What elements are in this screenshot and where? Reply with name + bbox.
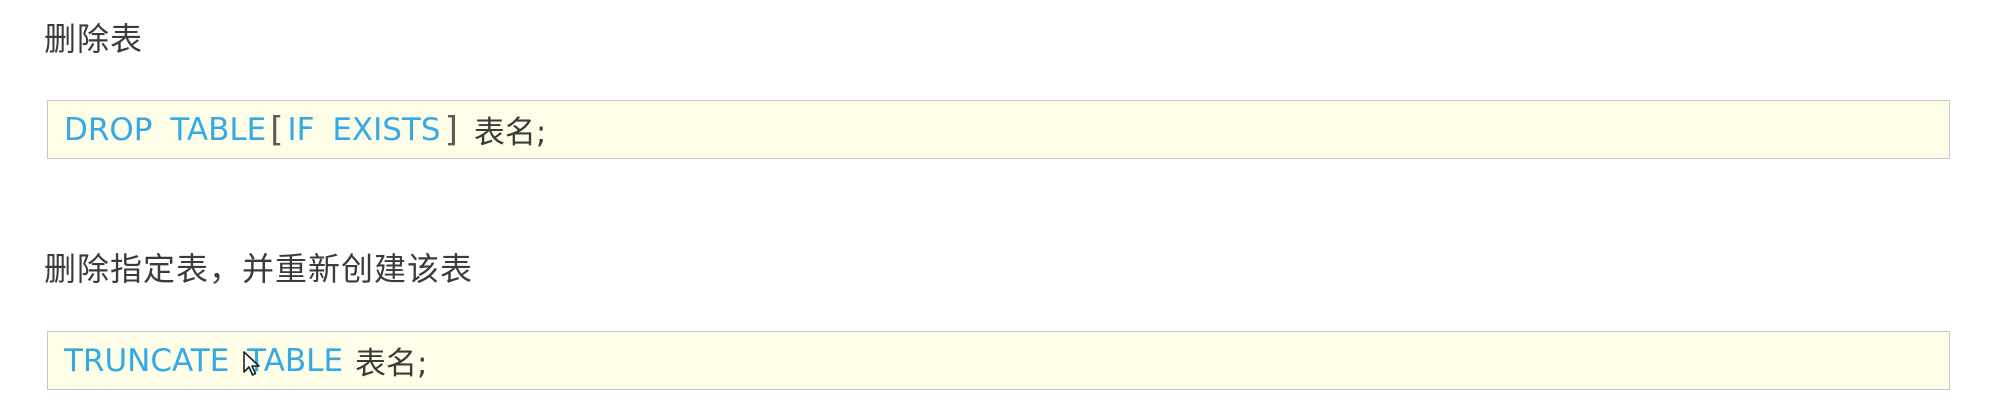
code-table-name: 表名; xyxy=(355,346,428,382)
code-block-truncate-table: TRUNCATE TABLE 表名; xyxy=(47,331,1950,390)
code-keyword-truncate-table: TRUNCATE TABLE xyxy=(64,342,344,379)
code-bracket-close: ] xyxy=(444,109,458,150)
document-page: 删除表 DROP TABLE [ IF EXISTS ] 表名; 删除指定表，并… xyxy=(0,0,2005,404)
code-keyword-drop-table: DROP TABLE xyxy=(64,111,267,148)
code-table-name: 表名; xyxy=(473,115,547,151)
section-heading-truncate-table: 删除指定表，并重新创建该表 xyxy=(44,250,474,288)
code-bracket-open: [ xyxy=(270,109,284,150)
mouse-pointer-icon xyxy=(243,351,260,376)
code-keyword-if-exists: IF EXISTS xyxy=(287,111,441,148)
code-block-drop-table: DROP TABLE [ IF EXISTS ] 表名; xyxy=(47,100,1950,159)
section-heading-drop-table: 删除表 xyxy=(44,20,144,58)
